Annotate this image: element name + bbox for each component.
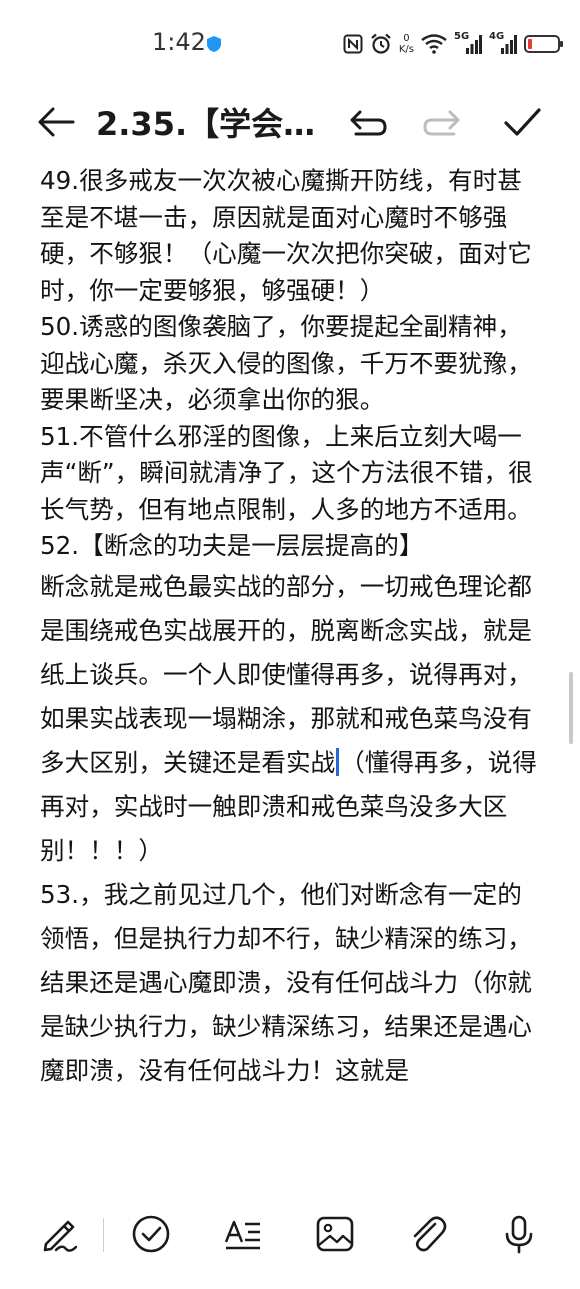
done-button[interactable] xyxy=(498,98,546,146)
signal-4g: 4G xyxy=(489,31,517,55)
note-paragraph: 50.诱惑的图像袭脑了，你要提起全副精神，迎战心魔，杀灭入侵的图像，千万不要犹豫… xyxy=(40,312,532,414)
status-bar: 1:42 0 K/s 5G 4G xyxy=(0,0,580,86)
battery-level xyxy=(528,39,532,49)
note-paragraph-with-cursor: 断念就是戒色最实战的部分，一切戒色理论都是围绕戒色实战展开的，脱离断念实战，就是… xyxy=(40,565,545,873)
network-4g-label: 4G xyxy=(489,31,505,42)
nfc-icon xyxy=(343,34,363,54)
editor-toolbar: 2.35.【学会… xyxy=(0,86,580,156)
note-text: 断念就是戒色最实战的部分，一切戒色理论都是围绕戒色实战展开的，脱离断念实战，就是… xyxy=(40,571,532,777)
image-icon xyxy=(316,1216,354,1252)
attach-file-button[interactable] xyxy=(405,1212,449,1256)
note-paragraph: 51.不管什么邪淫的图像，上来后立刻大喝一声“断”，瞬间就清净了，这个方法很不错… xyxy=(40,421,533,524)
note-paragraph: 49.很多戒友一次次被心魔撕开防线，有时甚至是不堪一击，原因就是面对心魔时不够强… xyxy=(40,166,532,305)
note-paragraph: 52.【断念的功夫是一层层提高的】 xyxy=(40,531,424,560)
network-5g-label: 5G xyxy=(454,31,470,42)
arrow-left-icon xyxy=(38,107,75,137)
net-speed-unit: K/s xyxy=(398,44,414,55)
status-time: 1:42 xyxy=(152,28,206,56)
net-speed: 0 K/s xyxy=(399,33,414,55)
redo-icon xyxy=(423,110,460,136)
redo-button[interactable] xyxy=(420,100,466,144)
attachment-icon xyxy=(413,1216,447,1252)
voice-input-button[interactable] xyxy=(497,1212,541,1256)
microphone-icon xyxy=(505,1215,533,1254)
net-speed-value: 0 xyxy=(403,33,410,44)
text-style-button[interactable] xyxy=(221,1212,265,1256)
text-cursor xyxy=(336,747,340,776)
note-body[interactable]: 49.很多戒友一次次被心魔撕开防线，有时甚至是不堪一击，原因就是面对心魔时不够强… xyxy=(40,163,545,1183)
wifi-icon xyxy=(421,34,447,54)
undo-icon xyxy=(350,110,387,136)
insert-image-button[interactable] xyxy=(313,1212,357,1256)
check-icon xyxy=(504,108,541,136)
checklist-icon xyxy=(132,1215,170,1253)
pen-icon xyxy=(43,1220,78,1252)
back-button[interactable] xyxy=(34,100,78,144)
alarm-icon xyxy=(370,33,392,55)
note-title: 2.35.【学会… xyxy=(96,105,316,143)
bottom-toolbar xyxy=(0,1196,580,1289)
battery-icon xyxy=(524,35,563,53)
checklist-button[interactable] xyxy=(129,1212,173,1256)
toolbar-divider xyxy=(103,1218,104,1252)
shield-icon xyxy=(207,36,221,52)
undo-button[interactable] xyxy=(344,100,390,144)
handwriting-button[interactable] xyxy=(40,1212,84,1256)
signal-5g: 5G xyxy=(454,31,482,55)
note-paragraph: 53.，我之前见过几个，他们对断念有一定的领悟，但是执行力却不行，缺少精深的练习… xyxy=(40,879,532,1085)
scrollbar-thumb[interactable] xyxy=(569,672,573,744)
text-style-icon xyxy=(224,1220,260,1250)
